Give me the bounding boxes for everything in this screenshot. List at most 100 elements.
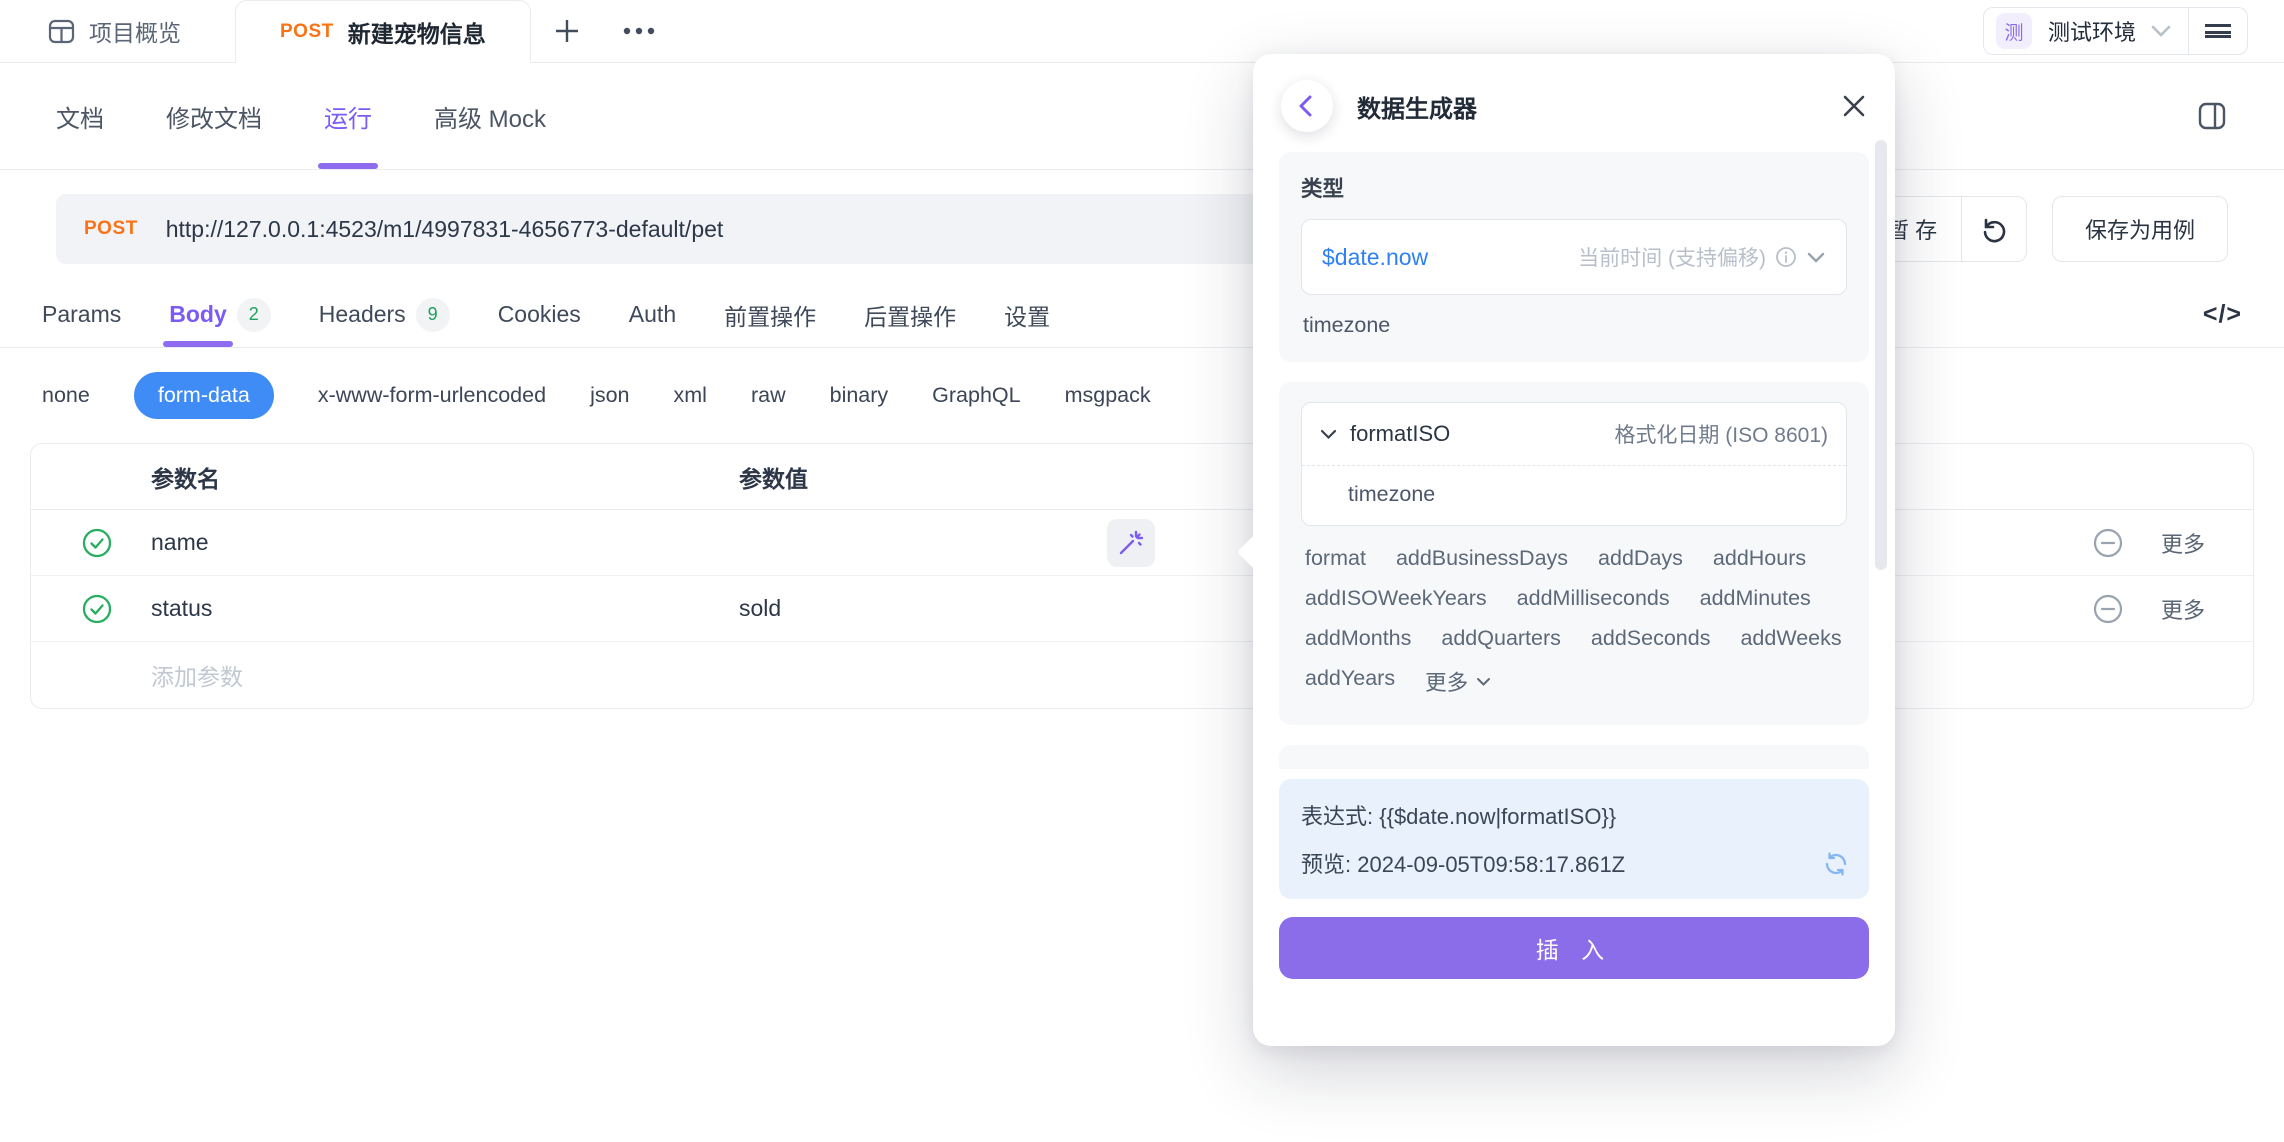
undo-icon: [1980, 215, 2008, 243]
method-badge: POST: [280, 21, 334, 43]
tab-project-overview[interactable]: 项目概览: [0, 0, 235, 62]
close-button[interactable]: [1841, 93, 1867, 119]
nav-edit-docs[interactable]: 修改文档: [166, 63, 262, 169]
tab-body[interactable]: Body 2: [169, 282, 271, 347]
tab-settings[interactable]: 设置: [1004, 282, 1050, 347]
split-panel-button[interactable]: [2196, 100, 2228, 132]
menu-button[interactable]: [2189, 24, 2247, 38]
func-link[interactable]: addWeeks: [1740, 626, 1841, 651]
type-description: 当前时间 (支持偏移): [1578, 242, 1766, 272]
environment-badge: 测: [1996, 13, 2032, 49]
type-label: 类型: [1301, 172, 1847, 203]
tab-title: 新建宠物信息: [348, 15, 486, 49]
add-param-row[interactable]: 添加参数: [31, 642, 2253, 708]
body-type-xml[interactable]: xml: [674, 383, 707, 408]
expression-value: {{$date.now|formatISO}}: [1379, 804, 1616, 829]
method-label: POST: [84, 218, 138, 240]
save-as-case-button[interactable]: 保存为用例: [2052, 196, 2228, 262]
body-type-urlencoded[interactable]: x-www-form-urlencoded: [318, 383, 546, 408]
body-type-none[interactable]: none: [42, 383, 90, 408]
nav-advanced-mock[interactable]: 高级 Mock: [434, 63, 546, 169]
tab-label: 项目概览: [89, 14, 181, 48]
preview-label: 预览:: [1301, 852, 1351, 877]
body-type-msgpack[interactable]: msgpack: [1065, 383, 1151, 408]
request-url-row: POST http://127.0.0.1:4523/m1/4997831-46…: [0, 194, 2284, 266]
body-type-json[interactable]: json: [590, 383, 629, 408]
function-section: formatISO 格式化日期 (ISO 8601) timezone form…: [1279, 382, 1869, 725]
dynamic-value-button[interactable]: [1107, 519, 1155, 567]
tab-headers[interactable]: Headers 9: [319, 282, 450, 347]
back-button[interactable]: [1281, 80, 1333, 132]
chevron-down-icon: [1320, 429, 1337, 440]
row-enabled-checkbox[interactable]: [31, 593, 151, 625]
table-row: name 更多: [31, 510, 2253, 576]
body-type-selector: none form-data x-www-form-urlencoded jso…: [0, 348, 2284, 429]
table-header-row: 参数名 参数值: [31, 444, 2253, 510]
tab-pre-operations[interactable]: 前置操作: [724, 282, 816, 347]
project-overview-icon: [48, 18, 75, 45]
param-name-input[interactable]: status: [151, 595, 711, 622]
refresh-preview-button[interactable]: [1823, 851, 1849, 877]
params-table: 参数名 参数值 name 更多: [30, 443, 2254, 709]
remove-row-button[interactable]: [2073, 527, 2143, 559]
tab-params[interactable]: Params: [42, 282, 121, 347]
reset-button[interactable]: [1962, 197, 2026, 261]
func-link[interactable]: addMilliseconds: [1517, 586, 1670, 611]
chevron-down-icon: [1806, 251, 1826, 264]
body-type-graphql[interactable]: GraphQL: [932, 383, 1020, 408]
code-view-icon[interactable]: </>: [2203, 300, 2242, 329]
function-header[interactable]: formatISO 格式化日期 (ISO 8601): [1302, 403, 1846, 465]
function-card: formatISO 格式化日期 (ISO 8601) timezone: [1301, 402, 1847, 526]
body-type-binary[interactable]: binary: [830, 383, 889, 408]
nav-run[interactable]: 运行: [324, 63, 372, 169]
magic-wand-icon: [1116, 528, 1146, 558]
func-link[interactable]: addHours: [1713, 546, 1806, 571]
popover-title: 数据生成器: [1357, 89, 1477, 124]
insert-button[interactable]: 插 入: [1279, 917, 1869, 979]
func-link[interactable]: addBusinessDays: [1396, 546, 1568, 571]
func-link[interactable]: format: [1305, 546, 1366, 571]
request-tabs: Params Body 2 Headers 9 Cookies Auth 前置操…: [0, 282, 2284, 348]
body-type-raw[interactable]: raw: [751, 383, 786, 408]
function-param[interactable]: timezone: [1302, 465, 1846, 525]
type-param[interactable]: timezone: [1301, 313, 1847, 342]
type-select[interactable]: $date.now 当前时间 (支持偏移): [1301, 219, 1847, 295]
function-description: 格式化日期 (ISO 8601): [1614, 419, 1828, 449]
func-link[interactable]: addYears: [1305, 666, 1395, 697]
row-enabled-checkbox[interactable]: [31, 527, 151, 559]
environment-label: 测试环境: [2048, 15, 2136, 47]
top-tab-bar: 项目概览 POST 新建宠物信息 测 测试环境: [0, 0, 2284, 63]
type-section: 类型 $date.now 当前时间 (支持偏移) timezone: [1279, 152, 1869, 362]
next-section-peek: [1279, 745, 1869, 769]
nav-docs[interactable]: 文档: [56, 63, 104, 169]
url-input[interactable]: http://127.0.0.1:4523/m1/4997831-4656773…: [166, 216, 724, 243]
info-icon[interactable]: [1775, 246, 1797, 268]
row-more-button[interactable]: 更多: [2143, 593, 2253, 625]
func-link[interactable]: addSeconds: [1591, 626, 1711, 651]
environment-selector: 测 测试环境: [1983, 7, 2248, 55]
function-links: format addBusinessDays addDays addHours …: [1301, 526, 1847, 705]
func-link[interactable]: addMonths: [1305, 626, 1411, 651]
tab-auth[interactable]: Auth: [629, 282, 676, 347]
remove-row-button[interactable]: [2073, 593, 2143, 625]
popover-scrollbar[interactable]: [1875, 140, 1887, 570]
headers-count-badge: 9: [416, 298, 450, 332]
expression-preview-box: 表达式: {{$date.now|formatISO}} 预览: 2024-09…: [1279, 779, 1869, 899]
tab-cookies[interactable]: Cookies: [498, 282, 581, 347]
more-tabs-button[interactable]: [603, 0, 675, 62]
body-type-form-data[interactable]: form-data: [134, 372, 274, 419]
func-link[interactable]: addMinutes: [1700, 586, 1811, 611]
func-link[interactable]: addISOWeekYears: [1305, 586, 1487, 611]
tab-request-active[interactable]: POST 新建宠物信息: [235, 0, 531, 63]
more-functions-button[interactable]: 更多: [1425, 666, 1491, 697]
func-link[interactable]: addQuarters: [1441, 626, 1561, 651]
table-row: status sold 更多: [31, 576, 2253, 642]
param-name-input[interactable]: name: [151, 529, 711, 556]
tab-post-operations[interactable]: 后置操作: [864, 282, 956, 347]
func-link[interactable]: addDays: [1598, 546, 1683, 571]
environment-dropdown[interactable]: 测 测试环境: [1984, 13, 2188, 49]
function-name: formatISO: [1350, 421, 1450, 447]
row-more-button[interactable]: 更多: [2143, 527, 2253, 559]
add-tab-button[interactable]: [531, 0, 603, 62]
body-count-badge: 2: [237, 298, 271, 332]
